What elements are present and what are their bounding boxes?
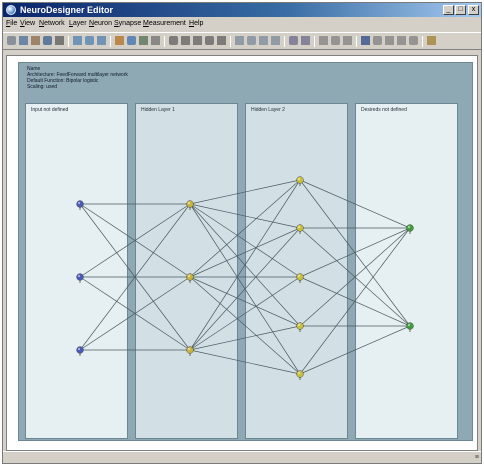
neuron-2-0[interactable]	[296, 176, 304, 186]
neuron-1-2[interactable]	[186, 346, 194, 356]
toolbar-separator	[110, 36, 111, 47]
table-icon[interactable]	[271, 36, 280, 46]
toolbar-separator	[164, 36, 165, 47]
menu-help[interactable]: Help	[189, 19, 203, 29]
menu-synapse[interactable]: Synapse	[114, 19, 141, 29]
toolbar-separator	[422, 36, 423, 47]
cycle-icon[interactable]	[343, 36, 352, 46]
editor-workspace: Name Architecture: FeedForward multilaye…	[6, 55, 478, 451]
toolbar-separator	[356, 36, 357, 47]
monitor-icon[interactable]	[361, 36, 370, 46]
play-icon[interactable]	[205, 36, 214, 46]
save-icon[interactable]	[43, 36, 52, 46]
neuron-2-1[interactable]	[296, 224, 304, 234]
zoom-fit-icon[interactable]	[97, 36, 106, 46]
histogram-icon[interactable]	[247, 36, 256, 46]
synapse-2-4-0[interactable]	[299, 227, 411, 375]
close-button[interactable]: x	[468, 5, 479, 15]
config-icon[interactable]	[409, 36, 418, 46]
last-icon[interactable]	[217, 36, 226, 46]
graph-icon[interactable]	[259, 36, 268, 46]
neuron-0-0[interactable]	[76, 200, 84, 210]
synapse-1-0-2[interactable]	[189, 203, 301, 278]
zoom-out-icon[interactable]	[85, 36, 94, 46]
synapse-2-2-0[interactable]	[299, 227, 411, 278]
eye-icon[interactable]	[289, 36, 298, 46]
menu-layer[interactable]: Layer	[69, 19, 87, 29]
minimize-button[interactable]: _	[443, 5, 454, 15]
app-window: NeuroDesigner Editor _ □ x File View Net…	[2, 2, 482, 464]
select-tool-icon[interactable]	[127, 36, 136, 46]
toolbar	[3, 32, 481, 50]
maximize-button[interactable]: □	[455, 5, 466, 15]
print-icon[interactable]	[55, 36, 64, 46]
synapse-1-2-1[interactable]	[189, 227, 301, 351]
network-diagram	[76, 176, 414, 380]
synapse-1-0-0[interactable]	[189, 179, 301, 205]
remove-icon[interactable]	[385, 36, 394, 46]
synapse-1-1-4[interactable]	[189, 276, 301, 375]
synapse-1-2-3[interactable]	[189, 325, 301, 351]
add-icon[interactable]	[373, 36, 382, 46]
open-icon[interactable]	[19, 36, 28, 46]
app-logo-icon[interactable]	[6, 5, 16, 15]
status-bar: ≡	[3, 451, 481, 463]
new-icon[interactable]	[7, 36, 16, 46]
neuron-2-3[interactable]	[296, 322, 304, 332]
synapse-2-0-1[interactable]	[299, 179, 411, 327]
synapse-1-0-1[interactable]	[189, 203, 301, 229]
synapse-2-0-0[interactable]	[299, 179, 411, 229]
forward-icon[interactable]	[319, 36, 328, 46]
toolbar-separator	[230, 36, 231, 47]
neuron-0-2[interactable]	[76, 346, 84, 356]
synapse-1-2-4[interactable]	[189, 349, 301, 375]
menu-network[interactable]: Network	[39, 19, 65, 29]
first-icon[interactable]	[169, 36, 178, 46]
toolbar-separator	[284, 36, 285, 47]
resize-grip-icon[interactable]: ≡	[475, 454, 479, 461]
menu-bar: File View Network Layer Neuron Synapse M…	[3, 18, 481, 30]
neuron-2-4[interactable]	[296, 370, 304, 380]
neuron-1-1[interactable]	[186, 273, 194, 283]
synapse-1-1-0[interactable]	[189, 179, 301, 278]
menu-file[interactable]: File	[6, 19, 17, 29]
neuron-1-0[interactable]	[186, 200, 194, 210]
title-bar[interactable]: NeuroDesigner Editor _ □ x	[3, 3, 481, 17]
neuron-0-1[interactable]	[76, 273, 84, 283]
synapse-1-2-0[interactable]	[189, 179, 301, 351]
neuron-3-0[interactable]	[406, 224, 414, 234]
toolbar-separator	[314, 36, 315, 47]
link-tool-icon[interactable]	[139, 36, 148, 46]
synapse-1-1-3[interactable]	[189, 276, 301, 327]
neuron-3-1[interactable]	[406, 322, 414, 332]
draw-tool-icon[interactable]	[115, 36, 124, 46]
toolbar-separator	[68, 36, 69, 47]
menu-measurement[interactable]: Measurement	[143, 19, 186, 29]
network-canvas[interactable]: Name Architecture: FeedForward multilaye…	[18, 62, 473, 441]
synapse-1-1-1[interactable]	[189, 227, 301, 278]
synapse-2-4-1[interactable]	[299, 325, 411, 375]
chart-icon[interactable]	[235, 36, 244, 46]
eye-alt-icon[interactable]	[301, 36, 310, 46]
menu-neuron[interactable]: Neuron	[89, 19, 112, 29]
close-file-icon[interactable]	[31, 36, 40, 46]
backward-icon[interactable]	[331, 36, 340, 46]
neuron-2-2[interactable]	[296, 273, 304, 283]
prev-icon[interactable]	[181, 36, 190, 46]
grid-icon[interactable]	[151, 36, 160, 46]
list-icon[interactable]	[397, 36, 406, 46]
synapse-1-2-2[interactable]	[189, 276, 301, 351]
menu-view[interactable]: View	[20, 19, 35, 29]
help-icon[interactable]	[427, 36, 436, 46]
zoom-in-icon[interactable]	[73, 36, 82, 46]
step-back-icon[interactable]	[193, 36, 202, 46]
window-title: NeuroDesigner Editor	[20, 5, 114, 15]
